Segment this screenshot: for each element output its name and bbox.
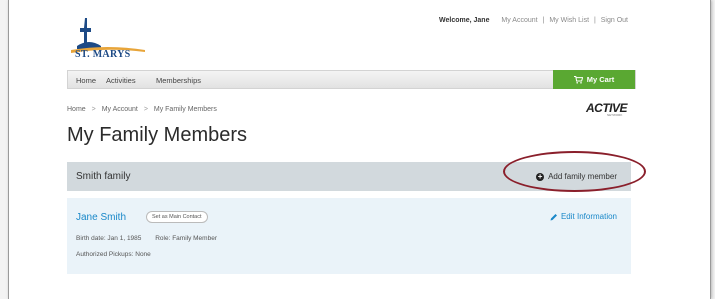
- logo-text: ST. MARYS: [75, 49, 131, 60]
- my-wish-list-link[interactable]: My Wish List: [549, 17, 589, 24]
- highlight-annotation-ring: [503, 151, 646, 192]
- page-title: My Family Members: [67, 124, 248, 146]
- member-name-link[interactable]: Jane Smith: [76, 212, 126, 223]
- breadcrumb-separator: >: [143, 106, 148, 113]
- page-frame: ST. MARYS Welcome, Jane My Account | My …: [8, 0, 711, 299]
- main-navbar: Home Activities Memberships My Cart: [67, 70, 636, 89]
- family-name: Smith family: [76, 171, 131, 182]
- member-details-line: Birth date: Jan 1, 1985 Role: Family Mem…: [76, 235, 217, 242]
- authorized-pickups: Authorized Pickups: None: [76, 251, 151, 258]
- breadcrumb-current: My Family Members: [153, 106, 217, 113]
- family-member-card: Jane Smith Set as Main Contact Edit Info…: [67, 198, 631, 274]
- pencil-icon: [550, 213, 557, 220]
- breadcrumb-home[interactable]: Home: [67, 106, 86, 113]
- link-separator: |: [542, 17, 545, 24]
- nav-home[interactable]: Home: [76, 76, 96, 85]
- link-separator: |: [593, 17, 596, 24]
- set-main-contact-button[interactable]: Set as Main Contact: [146, 211, 208, 223]
- my-cart-button[interactable]: My Cart: [553, 70, 635, 89]
- cart-label: My Cart: [586, 75, 615, 84]
- sign-out-link[interactable]: Sign Out: [601, 17, 628, 24]
- breadcrumb: Home > My Account > My Family Members: [67, 106, 217, 113]
- welcome-text: Welcome, Jane: [439, 17, 490, 24]
- my-account-link[interactable]: My Account: [501, 17, 537, 24]
- breadcrumb-my-account[interactable]: My Account: [102, 106, 138, 113]
- edit-information-label: Edit Information: [560, 212, 617, 221]
- nav-memberships[interactable]: Memberships: [156, 76, 201, 85]
- nav-activities[interactable]: Activities: [106, 76, 136, 85]
- birth-date: Birth date: Jan 1, 1985: [76, 235, 142, 242]
- breadcrumb-separator: >: [91, 106, 96, 113]
- member-role: Role: Family Member: [155, 235, 217, 242]
- edit-information-button[interactable]: Edit Information: [550, 212, 617, 221]
- cart-icon: [573, 75, 583, 84]
- account-links: Welcome, Jane My Account | My Wish List …: [439, 17, 628, 24]
- active-network-subtext: NETWORK: [607, 113, 623, 117]
